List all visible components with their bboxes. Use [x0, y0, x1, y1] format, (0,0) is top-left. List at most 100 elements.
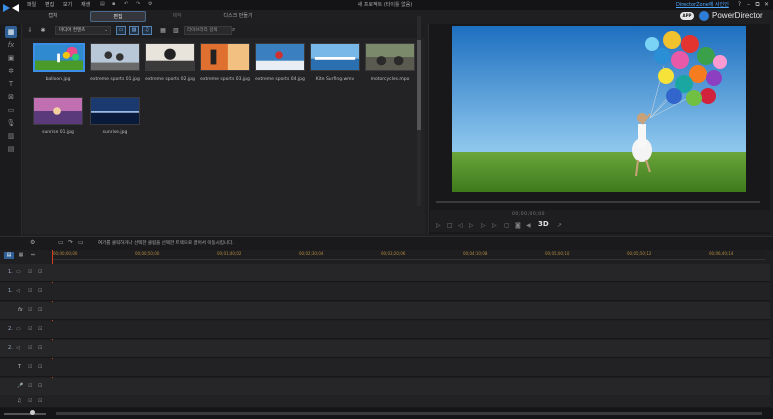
media-filter-dropdown[interactable]: 미디어 컨텐츠 ⌄	[55, 26, 111, 35]
menu-edit[interactable]: 편집	[45, 1, 54, 9]
track-enable-checkbox[interactable]: ☑	[28, 398, 32, 404]
track-label: 1.	[8, 288, 13, 294]
track-enable-checkbox[interactable]: ☑	[28, 364, 32, 370]
zoom-slider[interactable]	[4, 413, 46, 415]
effect-room-icon[interactable]: fx	[5, 39, 17, 51]
minimize-button[interactable]: –	[744, 0, 753, 9]
thumbnail-extreme-sports-02[interactable]	[145, 43, 195, 71]
menu-file[interactable]: 파일	[27, 1, 36, 9]
camera-icon[interactable]: ◙	[515, 222, 521, 229]
thumbnail-extreme-sports-01[interactable]	[90, 43, 140, 71]
transition-room-icon[interactable]: ⊠	[5, 91, 17, 103]
voiceover-room-icon[interactable]: 🎙	[5, 117, 17, 129]
settings-gear-icon[interactable]: ⚙	[148, 1, 152, 9]
pip-room-icon[interactable]: ▣	[5, 52, 17, 64]
track-enable-checkbox[interactable]: ☑	[28, 307, 32, 313]
tag-icon[interactable]: ▧	[171, 26, 181, 35]
new-project-icon[interactable]: ▤	[100, 1, 105, 9]
thumbnail-extreme-sports-03[interactable]	[200, 43, 250, 71]
grid-view-icon[interactable]: ▦	[158, 26, 168, 35]
track-lock-icon[interactable]: ⊡	[38, 269, 42, 275]
3d-mode-toggle[interactable]: 3D	[538, 220, 549, 228]
track-enable-checkbox[interactable]: ☑	[28, 269, 32, 275]
prev-frame-icon[interactable]: ◁	[458, 222, 463, 229]
track-row[interactable]: 1. ◁ ☑ ⊡	[0, 283, 770, 301]
track-row[interactable]: ♫ ☑ ⊡	[0, 395, 770, 408]
audio-mixing-room-icon[interactable]: ▭	[5, 104, 17, 116]
zoom-slider-thumb[interactable]	[30, 410, 35, 415]
app-badge: APP	[680, 12, 694, 20]
save-icon[interactable]: ▪	[112, 1, 115, 9]
library-search-input[interactable]: 라이브러리 검색	[184, 26, 232, 35]
import-media-icon[interactable]: ⇩	[25, 26, 35, 35]
search-icon[interactable]: ⌕	[232, 26, 235, 34]
track-lock-icon[interactable]: ⊡	[38, 383, 42, 389]
next-frame-icon[interactable]: ▷	[469, 222, 474, 229]
media-room-icon[interactable]: ▦	[5, 26, 17, 38]
thumbnail-kite-surfing[interactable]	[310, 43, 360, 71]
track-enable-checkbox[interactable]: ☑	[28, 383, 32, 389]
snapshot-icon[interactable]: ▢	[504, 222, 510, 229]
thumbnail-motorcycles[interactable]	[365, 43, 415, 71]
thumbnail-sunrise[interactable]	[90, 97, 140, 125]
tab-create-disc[interactable]: 디스크 만들기	[212, 11, 264, 22]
menu-play[interactable]: 재생	[81, 1, 90, 9]
track-enable-checkbox[interactable]: ☑	[28, 345, 32, 351]
ruler-tick: 00;01;40;02	[217, 251, 242, 256]
timeline-hscrollbar[interactable]	[56, 412, 762, 415]
track-enable-checkbox[interactable]: ☑	[28, 288, 32, 294]
skip-icon[interactable]: ▷	[492, 222, 497, 229]
timeline-view-button[interactable]: ▤	[4, 252, 14, 259]
storyboard-view-button[interactable]: ▦	[16, 252, 26, 259]
ruler-tick: 00;02;30;04	[299, 251, 324, 256]
redo-icon[interactable]: ↷	[136, 1, 140, 9]
fit-icon[interactable]: ▭	[58, 239, 64, 246]
track-enable-checkbox[interactable]: ☑	[28, 326, 32, 332]
split-icon[interactable]: ▭	[78, 239, 84, 246]
stop-icon[interactable]: □	[447, 222, 453, 229]
track-row[interactable]: 1. ▭ ☑ ⊡	[0, 264, 770, 282]
track-lock-icon[interactable]: ⊡	[38, 398, 42, 404]
thumbnail-sunrise-01[interactable]	[33, 97, 83, 125]
play-icon[interactable]: ▷	[436, 222, 441, 229]
tab-produce[interactable]: 제작	[154, 11, 200, 22]
track-row[interactable]: 2. ▭ ☑ ⊡	[0, 321, 770, 339]
restore-button[interactable]: ⧉	[753, 0, 762, 9]
chapter-room-icon[interactable]: ▥	[5, 130, 17, 142]
show-video-button[interactable]: ▭	[116, 26, 126, 35]
ruler-tick: 00;03;20;06	[381, 251, 406, 256]
track-row[interactable]: fx ☑ ⊡	[0, 302, 770, 320]
ripple-icon[interactable]: ↷	[68, 239, 73, 246]
fast-forward-icon[interactable]: ▷	[481, 222, 486, 229]
zoom-icon[interactable]: ⇔	[28, 252, 38, 259]
volume-icon[interactable]: ◀	[526, 222, 531, 229]
track-lock-icon[interactable]: ⊡	[38, 364, 42, 370]
show-image-button[interactable]: ▨	[129, 26, 139, 35]
library-scrollbar-thumb[interactable]	[417, 40, 421, 130]
track-lock-icon[interactable]: ⊡	[38, 307, 42, 313]
tab-capture[interactable]: 캡처	[30, 11, 76, 22]
track-lock-icon[interactable]: ⊡	[38, 326, 42, 332]
track-row[interactable]: 2. ◁ ☑ ⊡	[0, 340, 770, 358]
thumbnail-extreme-sports-04[interactable]	[255, 43, 305, 71]
track-row[interactable]: 🎤 ☑ ⊡	[0, 378, 770, 396]
undock-icon[interactable]: ↗	[557, 222, 562, 229]
plugins-icon[interactable]: ✱	[38, 26, 48, 35]
subtitle-room-icon[interactable]: ▤	[5, 143, 17, 155]
app-window: 파일 편집 보기 재생 ▤ ▪ ↶ ↷ ⚙ 새 프로젝트 (타이틀 없음) Di…	[0, 0, 773, 419]
particle-room-icon[interactable]: ✲	[5, 65, 17, 77]
preview-scrub-bar[interactable]	[436, 201, 760, 203]
directorzone-signin-link[interactable]: DirectorZone에 사인인	[676, 1, 729, 8]
close-button[interactable]: ✕	[762, 0, 771, 9]
track-row[interactable]: T ☑ ⊡	[0, 359, 770, 377]
show-audio-button[interactable]: ♫	[142, 26, 152, 35]
title-room-icon[interactable]: T	[5, 78, 17, 90]
tab-edit[interactable]: 편집	[90, 11, 146, 22]
undo-icon[interactable]: ↶	[124, 1, 128, 9]
thumbnail-balloon[interactable]	[33, 43, 85, 72]
menu-view[interactable]: 보기	[63, 1, 72, 9]
track-lock-icon[interactable]: ⊡	[38, 288, 42, 294]
help-button[interactable]: ?	[735, 0, 744, 9]
track-lock-icon[interactable]: ⊡	[38, 345, 42, 351]
track-manager-icon[interactable]: ⚙	[30, 239, 35, 246]
